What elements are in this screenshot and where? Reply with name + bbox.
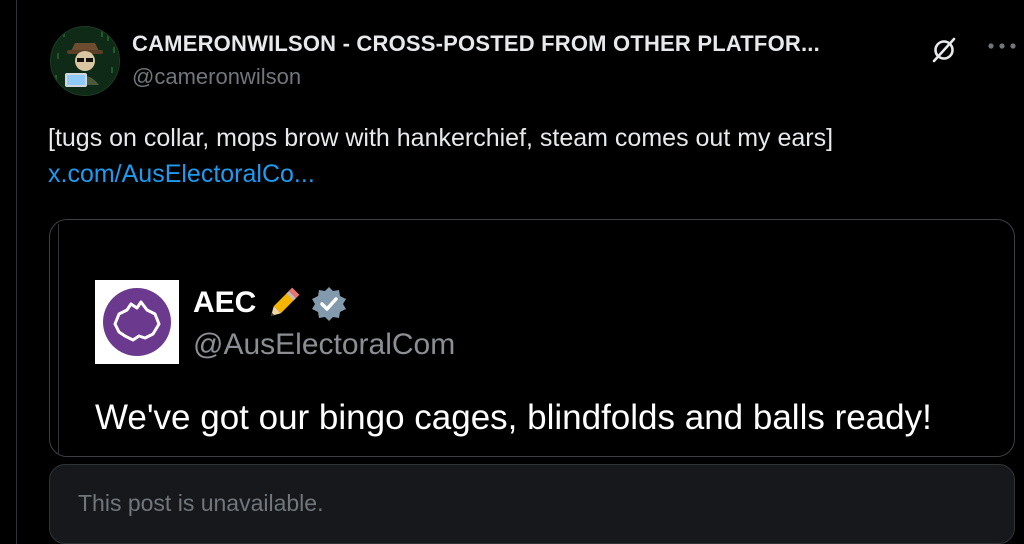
- author-avatar[interactable]: [50, 26, 120, 96]
- post[interactable]: CAMERONWILSON - CROSS-POSTED FROM OTHER …: [0, 0, 1024, 544]
- quoted-author-name: AEC: [193, 286, 257, 319]
- quoted-post-image: AEC @AusElectoralCom We've got our bingo…: [58, 224, 1011, 456]
- unavailable-text: This post is unavailable.: [78, 490, 324, 516]
- author-handle[interactable]: @cameronwilson: [132, 64, 301, 90]
- more-options-icon[interactable]: [984, 32, 1020, 60]
- verified-badge-icon: [309, 284, 349, 324]
- avatar-hacker-icon: [51, 27, 119, 95]
- unavailable-post-notice: This post is unavailable.: [49, 464, 1015, 544]
- post-body: [tugs on collar, mops brow with hankerch…: [48, 124, 834, 152]
- aec-logo-icon: [95, 280, 179, 364]
- quoted-post-text: We've got our bingo cages, blindfolds an…: [95, 398, 932, 437]
- author-name[interactable]: CAMERONWILSON - CROSS-POSTED FROM OTHER …: [132, 31, 912, 57]
- unlink-icon[interactable]: [928, 34, 960, 66]
- post-link[interactable]: x.com/AusElectoralCo...: [48, 156, 1008, 192]
- quoted-post-card[interactable]: AEC @AusElectoralCom We've got our bingo…: [49, 219, 1015, 457]
- post-text: [tugs on collar, mops brow with hankerch…: [48, 120, 1008, 192]
- quoted-author-handle: @AusElectoralCom: [193, 328, 456, 361]
- pencil-emoji-icon: [263, 284, 303, 324]
- aec-avatar: [95, 280, 179, 364]
